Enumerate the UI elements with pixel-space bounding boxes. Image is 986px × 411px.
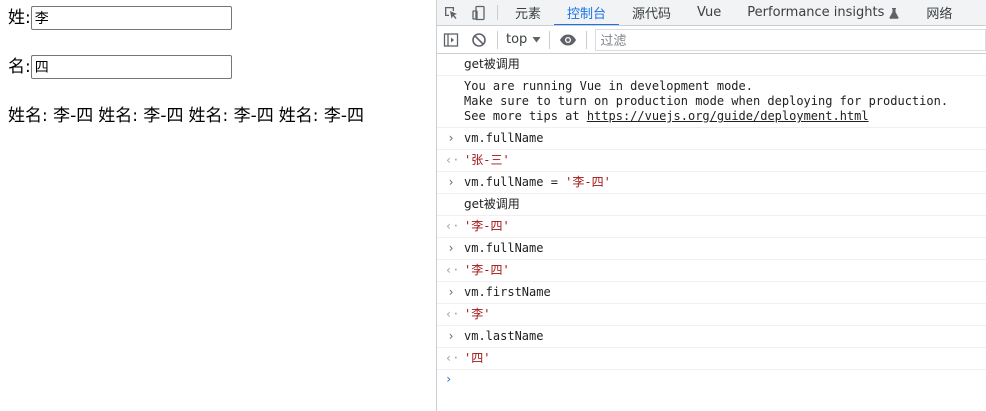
vue-page: 姓: 名: 姓名: 李-四姓名: 李-四姓名: 李-四姓名: 李-四 xyxy=(0,0,436,411)
message-text: get被调用 xyxy=(464,197,520,211)
input-chevron-icon: › xyxy=(447,329,455,343)
console-message: get被调用 xyxy=(437,54,986,76)
message-text: vm.firstName xyxy=(464,285,551,299)
tab-performance-insights[interactable]: Performance insights xyxy=(734,0,913,25)
tab-sources[interactable]: 源代码 xyxy=(619,0,684,25)
result-value: '李-四' xyxy=(464,219,510,233)
surname-input[interactable] xyxy=(30,6,232,30)
result-value: '李' xyxy=(464,307,491,321)
result-value: '张-三' xyxy=(464,153,510,167)
devtools-tabbar: 元素 控制台 源代码 Vue Performance insights 网络 xyxy=(437,0,986,26)
input-chevron-icon: › xyxy=(447,131,455,145)
given-name-row: 名: xyxy=(8,55,232,79)
input-chevron-icon: › xyxy=(447,175,455,189)
message-text: get被调用 xyxy=(464,57,520,71)
tab-vue[interactable]: Vue xyxy=(684,0,734,25)
tab-label: Vue xyxy=(697,5,722,20)
console-input: › vm.fullName xyxy=(437,128,986,150)
given-name-input[interactable] xyxy=(30,55,232,79)
console-log: get被调用 You are running Vue in developmen… xyxy=(437,54,986,390)
fullname-text: 姓名: 李-四 xyxy=(8,106,94,126)
console-message: get被调用 xyxy=(437,194,986,216)
live-expression-button[interactable] xyxy=(554,26,582,54)
fullname-text: 姓名: 李-四 xyxy=(98,106,184,126)
console-filter-input[interactable]: 过滤 xyxy=(595,28,986,51)
tab-console[interactable]: 控制台 xyxy=(554,0,620,25)
result-arrow-icon: ‹· xyxy=(445,263,460,277)
string-literal: '李-四' xyxy=(565,175,611,189)
fullname-output: 姓名: 李-四 姓名: 李-四 姓名: 李-四 姓名: 李-四 xyxy=(8,104,369,128)
fullname-text: 姓名: 李-四 xyxy=(278,106,365,126)
sidebar-icon xyxy=(443,32,459,47)
message-text: vm.lastName xyxy=(464,329,544,343)
console-result: ‹· '四' xyxy=(437,348,986,370)
clear-console-button[interactable] xyxy=(465,26,493,54)
result-value: '李-四' xyxy=(464,263,510,277)
console-input: › vm.lastName xyxy=(437,326,986,348)
tab-label: 源代码 xyxy=(632,7,672,22)
context-selector[interactable]: top xyxy=(502,32,545,47)
surname-row: 姓: xyxy=(8,6,232,30)
vue-docs-link[interactable]: https://vuejs.org/guide/deployment.html xyxy=(587,109,869,123)
fullname-text: 姓名: 李-四 xyxy=(188,106,274,126)
tab-label: 网络 xyxy=(926,7,953,22)
console-input: › vm.fullName xyxy=(437,238,986,260)
input-chevron-icon: › xyxy=(447,241,455,255)
input-chevron-icon: › xyxy=(447,285,455,299)
dropdown-icon xyxy=(532,37,541,43)
inspect-icon xyxy=(445,6,457,19)
console-prompt[interactable]: › xyxy=(437,370,986,390)
tab-label: Performance insights xyxy=(747,5,885,20)
message-text: vm.fullName xyxy=(464,241,544,255)
message-text: vm.fullName = xyxy=(464,175,566,189)
surname-label: 姓: xyxy=(8,8,31,28)
show-sidebar-button[interactable] xyxy=(437,26,465,54)
result-value: '四' xyxy=(464,351,491,365)
toolbar-separator xyxy=(497,30,498,49)
tab-label: 元素 xyxy=(515,7,542,22)
tab-network[interactable]: 网络 xyxy=(913,0,965,25)
console-result: ‹· '张-三' xyxy=(437,150,986,172)
prompt-chevron-icon: › xyxy=(445,372,453,386)
filter-placeholder: 过滤 xyxy=(600,34,627,49)
console-result: ‹· '李-四' xyxy=(437,260,986,282)
result-arrow-icon: ‹· xyxy=(445,219,460,233)
console-input: › vm.firstName xyxy=(437,282,986,304)
console-result: ‹· '李-四' xyxy=(437,216,986,238)
message-text: vm.fullName xyxy=(464,131,544,145)
result-arrow-icon: ‹· xyxy=(445,351,460,365)
device-toggle-icon xyxy=(472,5,485,20)
console-toolbar: top 过滤 xyxy=(437,26,986,54)
console-result: ‹· '李' xyxy=(437,304,986,326)
tab-label: 控制台 xyxy=(567,7,607,22)
console-message: You are running Vue in development mode.… xyxy=(437,76,986,128)
result-arrow-icon: ‹· xyxy=(445,153,460,167)
console-input: › vm.fullName = '李-四' xyxy=(437,172,986,194)
clear-console-icon xyxy=(472,32,486,47)
flask-icon xyxy=(889,7,900,19)
toolbar-separator xyxy=(549,30,551,49)
tab-elements[interactable]: 元素 xyxy=(502,0,554,25)
toolbar-separator xyxy=(586,30,588,49)
toolbar-separator xyxy=(497,5,498,20)
context-value: top xyxy=(506,32,528,47)
eye-icon xyxy=(560,34,577,45)
inspect-element-button[interactable] xyxy=(437,0,465,25)
result-arrow-icon: ‹· xyxy=(445,307,460,321)
device-toolbar-button[interactable] xyxy=(465,0,493,25)
devtools-panel: 元素 控制台 源代码 Vue Performance insights 网络 t… xyxy=(436,0,986,411)
given-name-label: 名: xyxy=(8,57,31,77)
